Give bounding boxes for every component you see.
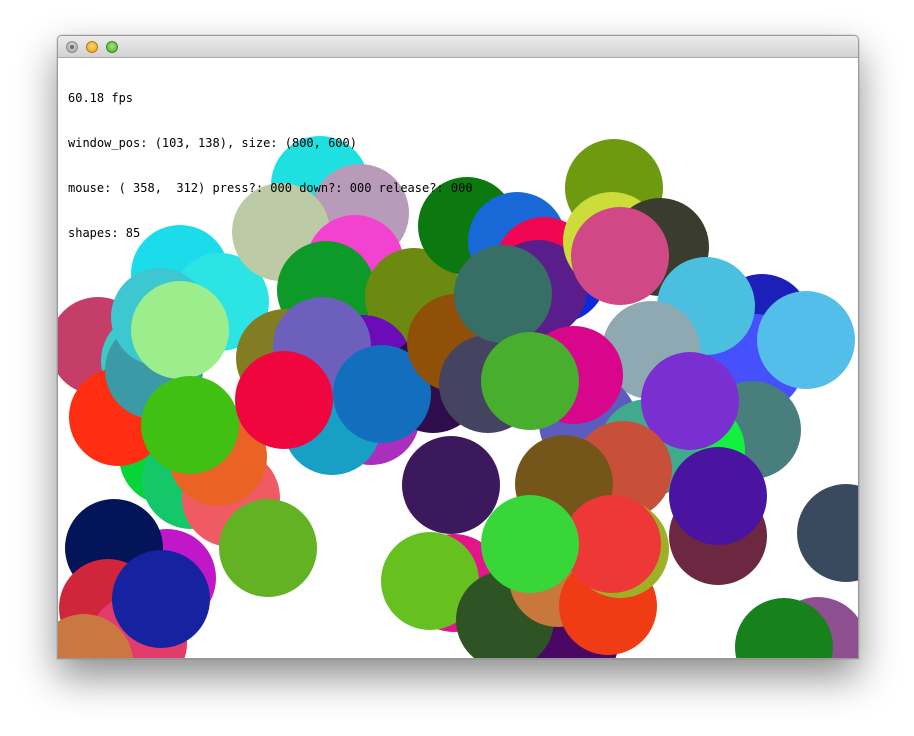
mouse-info-text: mouse: ( 358, 312) press?: 000 down?: 00… xyxy=(68,181,473,195)
circle-shape xyxy=(797,484,858,582)
title-bar[interactable] xyxy=(58,36,858,58)
circle-shape xyxy=(112,550,210,648)
debug-overlay: 60.18 fps window_pos: (103, 138), size: … xyxy=(68,61,473,271)
minimize-button[interactable] xyxy=(86,41,98,53)
circle-shape xyxy=(481,495,579,593)
app-window: 60.18 fps window_pos: (103, 138), size: … xyxy=(57,35,859,659)
zoom-button[interactable] xyxy=(106,41,118,53)
circle-shape xyxy=(571,207,669,305)
circle-shape xyxy=(131,281,229,379)
circle-shape xyxy=(219,499,317,597)
circle-shape xyxy=(402,436,500,534)
close-button[interactable] xyxy=(66,41,78,53)
circle-shape xyxy=(141,376,239,474)
shape-count-text: shapes: 85 xyxy=(68,226,141,240)
circle-shape xyxy=(757,291,855,389)
fps-text: 60.18 fps xyxy=(68,91,134,105)
circle-shape xyxy=(235,351,333,449)
circle-shape xyxy=(481,332,579,430)
render-area[interactable]: 60.18 fps window_pos: (103, 138), size: … xyxy=(58,58,858,658)
window-info-text: window_pos: (103, 138), size: (800, 600) xyxy=(68,136,357,150)
circle-shape xyxy=(669,447,767,545)
